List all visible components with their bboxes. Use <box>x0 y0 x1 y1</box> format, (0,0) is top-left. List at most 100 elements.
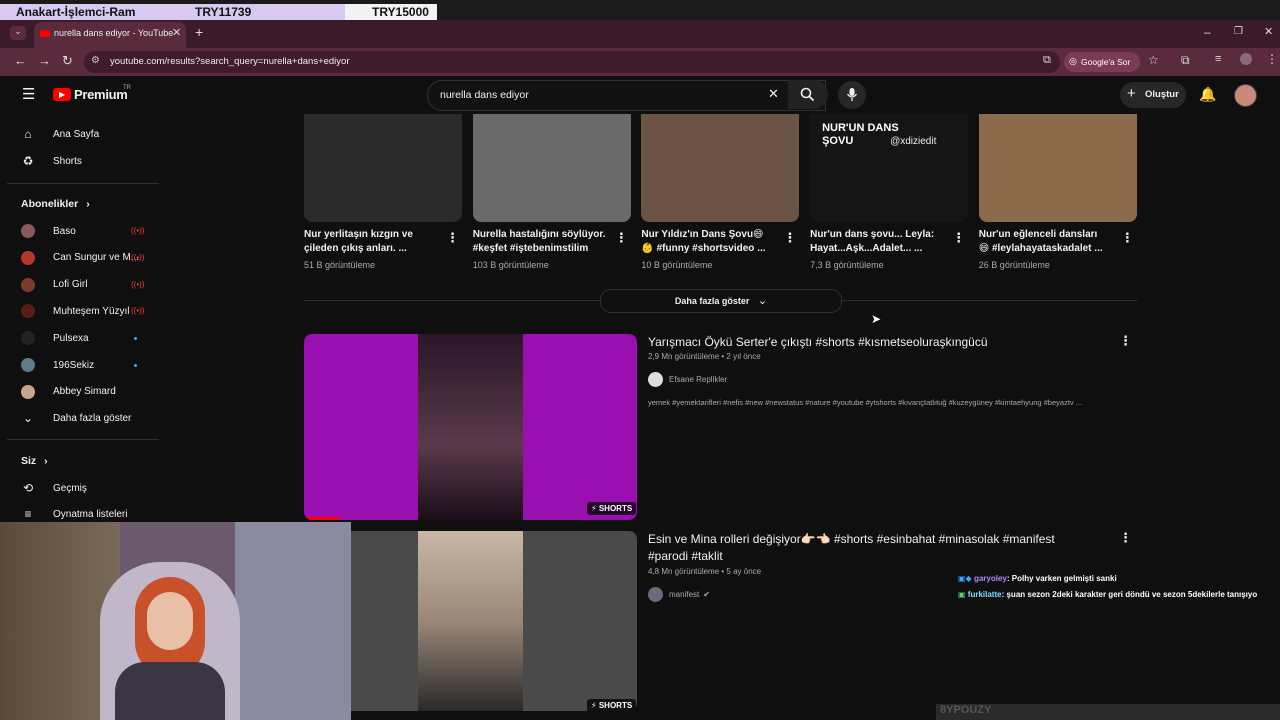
video-title[interactable]: Esin ve Mina rolleri değişiyor👉🏻👈🏻 #shor… <box>648 531 1088 565</box>
you-header[interactable]: Siz › <box>21 450 48 472</box>
hamburger-menu-icon[interactable]: ☰ <box>22 85 35 103</box>
search-input[interactable]: nurella dans ediyor <box>440 89 529 101</box>
sidebar-divider <box>7 183 159 184</box>
live-indicator-icon: ((•)) <box>131 279 145 289</box>
sidebar-item-subscription[interactable]: 196Sekiz <box>21 354 94 376</box>
sidebar-item-subscription[interactable]: Lofi Girl <box>21 274 87 296</box>
more-actions-icon[interactable]: ⋮ <box>952 230 965 246</box>
google-sor-button[interactable]: ◎ Google'a Sor <box>1064 52 1140 72</box>
restore-icon[interactable]: ❐ <box>1234 26 1243 37</box>
search-button[interactable] <box>788 80 828 109</box>
shorts-icon: ♻ <box>22 154 34 168</box>
microphone-icon <box>846 88 858 101</box>
close-window-icon[interactable]: ✕ <box>1264 25 1273 38</box>
media-icon[interactable]: ≡ <box>1215 53 1221 65</box>
voice-search-button[interactable] <box>838 81 866 109</box>
more-actions-icon[interactable]: ⋮ <box>783 230 796 246</box>
sidebar-item-subscription[interactable]: Muhteşem Yüzyıl <box>21 300 130 322</box>
short-title[interactable]: Nur'un dans şovu... Leyla: Hayat...Aşk...… <box>810 228 950 256</box>
sidebar-item-shorts[interactable]: ♻ Shorts <box>21 150 82 172</box>
more-actions-icon[interactable]: ⋮ <box>1121 230 1134 246</box>
short-thumbnail[interactable] <box>978 114 1137 222</box>
reload-icon[interactable]: ↻ <box>62 53 73 69</box>
channel-avatar <box>21 384 35 399</box>
channel-avatar <box>21 277 35 292</box>
short-title-line: Nur Yıldız'ın Dans Şovu😄 <box>641 229 764 240</box>
forward-icon[interactable]: → <box>38 53 51 68</box>
tab-list-icon[interactable]: ⌄ <box>10 26 26 40</box>
extensions-icon[interactable]: ⧉ <box>1181 53 1190 68</box>
sidebar-item-home[interactable]: ⌂ Ana Sayfa <box>21 123 99 145</box>
short-title[interactable]: Nur Yıldız'ın Dans Şovu😄 👶 #funny #shorts… <box>641 228 781 256</box>
home-icon: ⌂ <box>24 127 32 141</box>
short-thumbnail[interactable] <box>641 114 800 222</box>
youtube-logo-icon[interactable]: ▶ <box>53 88 71 101</box>
show-more-button[interactable]: Daha fazla göster ⌄ <box>600 289 842 313</box>
close-tab-icon[interactable]: ✕ <box>172 26 181 39</box>
short-thumbnail[interactable]: NUR'UN DANS ŞOVU @xdiziedit <box>810 114 969 222</box>
video-thumbnail[interactable]: ⚡ SHORTS <box>304 334 637 520</box>
sidebar-item-subscription[interactable]: Can Sungur ve M... <box>21 247 139 269</box>
chat-text: : şuan sezon 2deki karakter geri döndü v… <box>1001 590 1258 599</box>
channel-avatar <box>648 587 663 602</box>
you-title: Siz <box>21 455 37 467</box>
account-avatar[interactable] <box>1234 84 1257 107</box>
subscriptions-header[interactable]: Abonelikler › <box>21 193 90 215</box>
thumbnail-image <box>418 531 523 711</box>
browser-tab[interactable]: nurella dans ediyor - YouTube ✕ <box>34 22 186 48</box>
sidebar-item-label: Muhteşem Yüzyıl <box>53 305 130 317</box>
search-icon <box>800 87 815 102</box>
video-thumbnail[interactable]: ⚡ SHORTS <box>304 531 637 711</box>
short-title[interactable]: Nur yerlitaşın kızgın ve çileden çıkış an… <box>304 228 444 256</box>
video-title[interactable]: Yarışmacı Öykü Serter'e çıkıştı #shorts … <box>648 334 1088 351</box>
chat-text: : Polhy varken gelmişti sanki <box>1006 574 1117 583</box>
short-title-line: 😄 #leylahayataskadalet ... <box>978 243 1103 254</box>
more-actions-icon[interactable]: ⋮ <box>1119 530 1132 546</box>
create-button[interactable]: + Oluştur <box>1120 82 1186 108</box>
short-title-line: #keşfet #iştebenimstilim <box>472 243 589 254</box>
short-thumbnail[interactable] <box>472 114 631 222</box>
bookmark-star-icon[interactable]: ☆ <box>1148 53 1159 67</box>
clear-search-icon[interactable]: ✕ <box>768 86 779 102</box>
short-thumbnail[interactable] <box>304 114 462 222</box>
short-title-line: çileden çıkış anları. ... <box>304 243 407 254</box>
back-icon[interactable]: ← <box>14 53 27 68</box>
short-title[interactable]: Nurella hastalığını söylüyor. #keşfet #iş… <box>473 228 613 256</box>
verified-icon: ✔ <box>703 590 710 599</box>
channel-link[interactable]: Efsane Replikler <box>648 372 727 387</box>
chat-user: garyoley <box>973 574 1007 583</box>
channel-link[interactable]: manifest ✔ <box>648 587 710 602</box>
menu-dots-icon[interactable]: ⋮ <box>1266 52 1278 66</box>
sidebar-item-history[interactable]: ⟲ Geçmiş <box>21 477 87 499</box>
notifications-bell-icon[interactable]: 🔔 <box>1199 86 1216 103</box>
search-box[interactable]: nurella dans ediyor ✕ <box>427 80 826 111</box>
install-icon[interactable]: ⧉ <box>1043 54 1051 67</box>
shorts-badge: ⚡ SHORTS <box>587 699 637 711</box>
sidebar-item-subscription[interactable]: Pulsexa <box>21 327 89 349</box>
wall-image <box>235 522 351 720</box>
youtube-favicon-icon <box>40 30 50 37</box>
short-title-line: Nurella hastalığını söylüyor. <box>472 229 606 240</box>
site-info-icon[interactable]: ⚙ <box>91 55 100 66</box>
profile-icon[interactable] <box>1240 53 1252 65</box>
short-views: 103 B görüntüleme <box>472 260 549 270</box>
sidebar-item-label: Daha fazla göster <box>53 412 132 424</box>
more-actions-icon[interactable]: ⋮ <box>615 230 628 246</box>
chat-badge-icon: ▣ <box>958 590 966 599</box>
short-views: 26 B görüntüleme <box>978 260 1050 270</box>
address-bar[interactable]: ⚙ youtube.com/results?search_query=nurel… <box>84 51 1060 73</box>
thumbnail-image <box>418 334 523 520</box>
browser-tab-bar <box>0 20 1280 48</box>
short-title-line: Nur yerlitaşın kızgın ve <box>304 229 413 240</box>
sidebar-item-subscription[interactable]: Baso <box>21 220 76 242</box>
more-actions-icon[interactable]: ⋮ <box>1119 333 1132 349</box>
short-title[interactable]: Nur'un eğlenceli dansları 😄 #leylahayatas… <box>979 228 1119 256</box>
new-tab-icon[interactable]: + <box>195 24 203 40</box>
sidebar-divider <box>7 439 159 440</box>
youtube-premium-logo[interactable]: Premium <box>74 87 128 102</box>
subscriptions-title: Abonelikler <box>21 198 79 210</box>
minimize-icon[interactable]: – <box>1204 25 1211 39</box>
sidebar-show-more[interactable]: ⌄ Daha fazla göster <box>21 407 131 429</box>
more-actions-icon[interactable]: ⋮ <box>446 230 459 246</box>
sidebar-item-subscription[interactable]: Abbey Simard <box>21 381 116 403</box>
